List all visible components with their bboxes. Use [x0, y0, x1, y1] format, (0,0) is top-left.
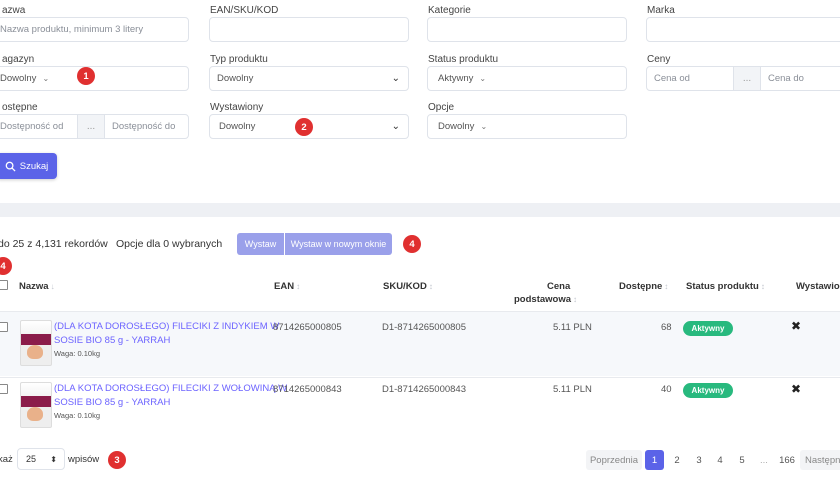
price-cell: 5.11 PLN [553, 322, 592, 333]
section-divider [0, 203, 840, 217]
search-button[interactable]: Szukaj [0, 153, 57, 179]
annotation-badge-2: 2 [295, 118, 313, 136]
marka-label: Marka [647, 5, 675, 16]
cena-do-input[interactable]: Cena do [760, 66, 840, 91]
col-cena[interactable]: podstawowa ↕ [514, 294, 577, 305]
opcje-select[interactable]: Dowolny ⌄ [427, 114, 627, 139]
close-icon: ✖ [791, 319, 802, 333]
kategorie-label: Kategorie [428, 5, 471, 16]
marka-select[interactable] [646, 17, 840, 42]
sort-icon: ↕ [573, 295, 578, 304]
col-dostepne[interactable]: Dostępne ↕ [619, 281, 668, 292]
col-sku[interactable]: SKU/KOD ↕ [383, 281, 433, 292]
status-badge: Aktywny [683, 321, 733, 336]
sku-cell: D1-8714265000805 [382, 322, 466, 333]
ceny-label: Ceny [647, 54, 671, 65]
pagination-page-3[interactable]: 3 [690, 450, 708, 470]
pagination-page-1[interactable]: 1 [645, 450, 664, 470]
opcje-label: Opcje [428, 102, 455, 113]
show-label: każ [0, 454, 13, 465]
sort-down-icon: ↓ [50, 282, 55, 291]
col-cena-line1: Cena [547, 281, 571, 292]
row-checkbox[interactable] [0, 322, 8, 332]
chevron-down-icon: ⌄ [479, 74, 487, 83]
search-icon [5, 161, 16, 172]
ean-cell: 8714265000843 [273, 384, 342, 395]
status-badge: Aktywny [683, 383, 733, 398]
ean-input[interactable] [209, 17, 409, 42]
col-ean[interactable]: EAN ↕ [274, 281, 300, 292]
typ-label: Typ produktu [210, 54, 268, 65]
product-thumbnail [20, 320, 52, 366]
chevron-down-icon: ⌄ [480, 122, 488, 131]
cena-separator: ... [734, 66, 760, 91]
wystawiony-label: Wystawiony [210, 102, 264, 113]
close-icon: ✖ [791, 382, 802, 396]
sort-icon: ↕ [664, 282, 669, 291]
select-all-checkbox[interactable] [0, 280, 8, 290]
dostepnosc-do-input[interactable]: Dostępność do [104, 114, 189, 139]
sort-icon: ↕ [296, 282, 301, 291]
col-nazwa[interactable]: Nazwa ↓ [19, 281, 55, 292]
product-thumbnail [20, 382, 52, 428]
pagination-next[interactable]: Następn [800, 450, 840, 470]
stock-cell: 40 [661, 384, 672, 395]
pagination-prev[interactable]: Poprzednia [586, 450, 642, 470]
sort-icon: ↕ [428, 282, 433, 291]
chevron-down-icon: ⌄ [391, 73, 400, 84]
col-status[interactable]: Status produktu ↕ [686, 281, 765, 292]
nazwa-label: azwa [2, 5, 26, 16]
ean-label: EAN/SKU/KOD [210, 5, 279, 16]
wystaw-new-window-button[interactable]: Wystaw w nowym oknie [285, 233, 392, 255]
status-select[interactable]: Aktywny ⌄ [427, 66, 627, 91]
pagination-page-166[interactable]: 166 [776, 450, 798, 470]
product-name-link[interactable]: (DLA KOTA DOROSŁEGO) FILECIKI Z WOŁOWINĄ… [54, 382, 287, 410]
entries-label: wpisów [68, 454, 100, 465]
status-label: Status produktu [428, 54, 499, 65]
annotation-badge-4b: 4 [0, 257, 12, 275]
kategorie-select[interactable] [427, 17, 627, 42]
dostepne-label: ostępne [2, 102, 38, 113]
ean-cell: 8714265000805 [273, 322, 342, 333]
chevron-updown-icon: ⬍ [50, 454, 57, 464]
wystaw-button[interactable]: Wystaw [237, 233, 284, 255]
stock-cell: 68 [661, 322, 672, 333]
col-wystawiony[interactable]: Wystawion [796, 281, 840, 292]
records-info: do 25 z 4,131 rekordów [0, 238, 108, 250]
row-checkbox[interactable] [0, 384, 8, 394]
price-cell: 5.11 PLN [553, 384, 592, 395]
sort-icon: ↕ [760, 282, 765, 291]
pagination-page-2[interactable]: 2 [668, 450, 686, 470]
pagination-page-4[interactable]: 4 [711, 450, 729, 470]
annotation-badge-3: 3 [108, 451, 126, 469]
dostepnosc-od-input[interactable]: Dostępność od [0, 114, 78, 139]
sku-cell: D1-8714265000843 [382, 384, 466, 395]
selection-options-label: Opcje dla 0 wybranych [116, 238, 223, 250]
annotation-badge-4: 4 [403, 235, 421, 253]
product-weight: Waga: 0.10kg [54, 411, 100, 420]
chevron-down-icon: ⌄ [391, 121, 400, 132]
nazwa-input[interactable]: Nazwa produktu, minimum 3 litery [0, 17, 189, 42]
typ-select[interactable]: Dowolny ⌄ [209, 66, 409, 91]
chevron-down-icon: ⌄ [42, 74, 50, 83]
product-name-link[interactable]: (DLA KOTA DOROSŁEGO) FILECIKI Z INDYKIEM… [54, 320, 279, 348]
pagination-ellipsis: ... [760, 454, 768, 466]
pagination-page-5[interactable]: 5 [733, 450, 751, 470]
per-page-select[interactable]: 25 ⬍ [17, 448, 65, 470]
product-weight: Waga: 0.10kg [54, 349, 100, 358]
cena-od-input[interactable]: Cena od [646, 66, 734, 91]
annotation-badge-1: 1 [77, 67, 95, 85]
magazyn-label: agazyn [2, 54, 35, 65]
dostepnosc-separator: ... [78, 114, 104, 139]
